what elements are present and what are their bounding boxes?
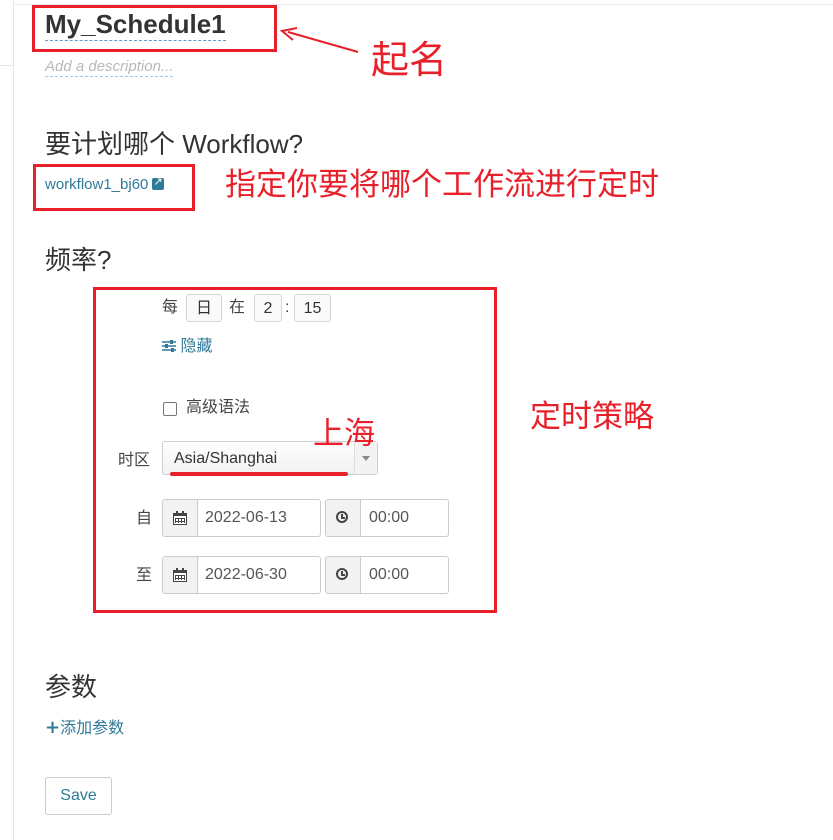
description-field[interactable]: Add a description...	[45, 58, 174, 77]
workflow-annotation: 指定你要将哪个工作流进行定时	[225, 167, 659, 203]
save-button[interactable]: Save	[45, 777, 112, 815]
arrow-icon	[279, 27, 359, 53]
parameters-heading: 参数	[45, 672, 98, 702]
workflow-heading: 要计划哪个 Workflow?	[45, 129, 304, 159]
timezone-underline	[170, 472, 348, 476]
frequency-heading: 频率?	[45, 245, 112, 275]
left-divider	[13, 0, 14, 840]
left-tab-divider	[0, 65, 13, 66]
name-annotation: 起名	[371, 38, 448, 82]
policy-highlight-box	[93, 287, 497, 613]
add-parameter-link[interactable]: +添加参数	[45, 719, 124, 738]
name-highlight-box	[32, 5, 277, 52]
add-parameter-label: 添加参数	[60, 720, 125, 737]
plus-icon: +	[45, 717, 61, 738]
policy-annotation: 定时策略	[530, 399, 654, 435]
workflow-highlight-box	[33, 164, 195, 211]
timezone-annotation: 上海	[313, 416, 375, 452]
